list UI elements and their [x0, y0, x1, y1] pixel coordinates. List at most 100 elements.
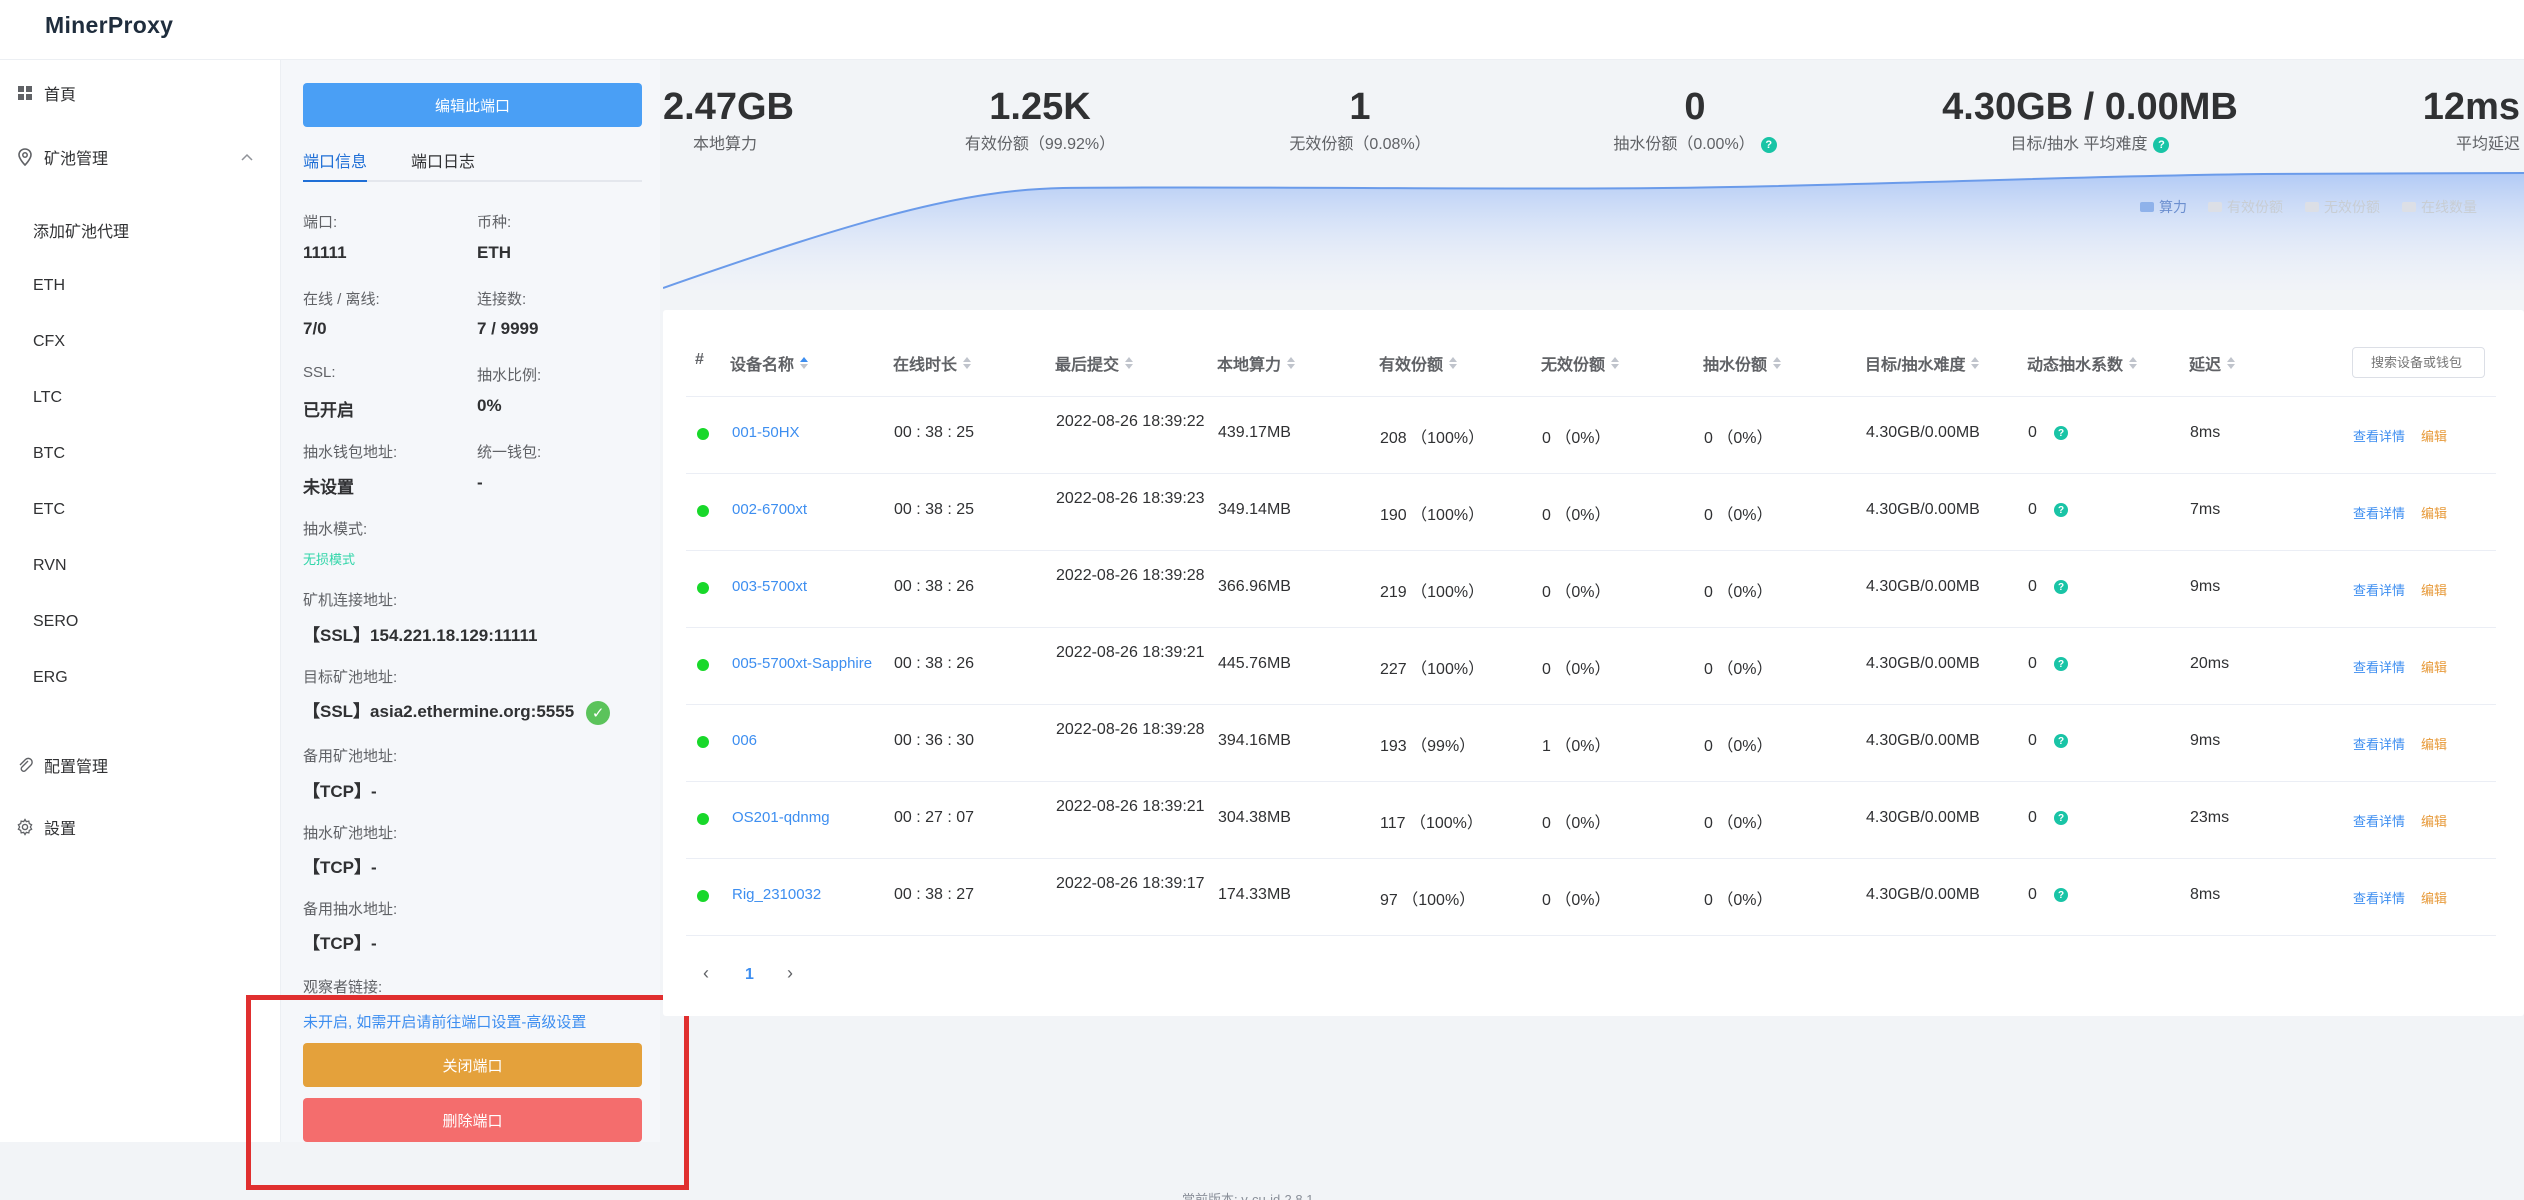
help-icon[interactable]: ? — [2054, 811, 2068, 825]
column-header-hashrate[interactable]: 本地算力 — [1217, 351, 1296, 375]
unified-wallet-value: - — [477, 473, 483, 492]
cell-device-name[interactable]: 001-50HX — [732, 424, 800, 441]
chart-area — [663, 173, 2524, 290]
cell-device-name[interactable]: 005-5700xt-Sapphire — [732, 655, 872, 672]
help-icon[interactable]: ? — [2054, 888, 2068, 902]
column-header-last-submit[interactable]: 最后提交 — [1055, 351, 1134, 375]
sidebar-subitem-5[interactable]: ETC — [0, 485, 281, 535]
connections-label: 连接数: — [477, 291, 527, 308]
sidebar-subitem-7[interactable]: SERO — [0, 597, 281, 647]
help-icon[interactable]: ? — [2054, 503, 2068, 517]
tab-port-log[interactable]: 端口日志 — [411, 148, 475, 180]
column-header-fee-shares[interactable]: 抽水份额 — [1703, 351, 1782, 375]
prev-page-button[interactable]: ‹ — [703, 963, 709, 984]
view-details-link[interactable]: 查看详情 — [2353, 811, 2405, 830]
sidebar-subitem-3[interactable]: LTC — [0, 373, 281, 423]
stat-value: 4.30GB / 0.00MB — [1942, 86, 2238, 128]
edit-device-link[interactable]: 编辑 — [2421, 503, 2447, 522]
port-tabs: 端口信息 端口日志 — [303, 148, 642, 182]
fee-mode-value: 无损模式 — [303, 552, 356, 567]
legend-invalid-shares[interactable]: 无效份额 — [2305, 197, 2380, 217]
help-icon[interactable]: ? — [2153, 136, 2170, 153]
cell-invalid-shares: 0 （0%） — [1542, 584, 1611, 601]
view-details-link[interactable]: 查看详情 — [2353, 580, 2405, 599]
next-page-button[interactable]: › — [787, 963, 793, 984]
help-icon[interactable]: ? — [2054, 426, 2068, 440]
edit-device-link[interactable]: 编辑 — [2421, 580, 2447, 599]
table-bottom-border — [686, 935, 2496, 936]
stat-label: 平均延迟 — [2455, 136, 2520, 153]
backup-pool-value: 【TCP】- — [303, 782, 377, 801]
cell-online-time: 00 : 38 : 25 — [894, 424, 975, 441]
help-icon[interactable]: ? — [1760, 136, 1777, 153]
legend-hashrate[interactable]: 算力 — [2140, 197, 2187, 217]
cell-difficulty: 4.30GB/0.00MB — [1866, 424, 1980, 441]
sidebar-item-config-mgmt[interactable]: 配置管理 — [0, 740, 281, 790]
help-icon[interactable]: ? — [2054, 657, 2068, 671]
tab-port-info[interactable]: 端口信息 — [303, 148, 368, 182]
stat-valid-shares: 1.25K 有效份额（99.92%） — [920, 84, 1160, 154]
miner-address-value: 【SSL】154.221.18.129:11111 — [303, 626, 538, 645]
cell-difficulty: 4.30GB/0.00MB — [1866, 809, 1980, 826]
device-search-input[interactable] — [2352, 347, 2485, 378]
sidebar-subitem-1[interactable]: ETH — [0, 261, 281, 311]
edit-device-link[interactable]: 编辑 — [2421, 734, 2447, 753]
legend-swatch — [2140, 202, 2154, 212]
online-status-dot — [697, 505, 709, 517]
edit-device-link[interactable]: 编辑 — [2421, 657, 2447, 676]
cell-hashrate: 304.38MB — [1218, 809, 1291, 826]
edit-device-link[interactable]: 编辑 — [2421, 811, 2447, 830]
view-details-link[interactable]: 查看详情 — [2353, 426, 2405, 445]
edit-device-link[interactable]: 编辑 — [2421, 888, 2447, 907]
legend-online-count[interactable]: 在线数量 — [2402, 197, 2477, 217]
view-details-link[interactable]: 查看详情 — [2353, 734, 2405, 753]
view-details-link[interactable]: 查看详情 — [2353, 503, 2405, 522]
page-number-1[interactable]: 1 — [745, 966, 754, 984]
column-header-device-name[interactable]: 设备名称 — [730, 351, 809, 375]
cell-difficulty: 4.30GB/0.00MB — [1866, 732, 1980, 749]
column-header-online-time[interactable]: 在线时长 — [893, 351, 972, 375]
legend-label: 有效份额 — [2227, 199, 2283, 215]
cell-latency: 8ms — [2190, 886, 2221, 903]
sort-icon — [2227, 357, 2236, 369]
target-pool-value: 【SSL】asia2.ethermine.org:5555 — [303, 702, 575, 721]
column-header-valid-shares[interactable]: 有效份额 — [1379, 351, 1458, 375]
view-details-link[interactable]: 查看详情 — [2353, 657, 2405, 676]
legend-valid-shares[interactable]: 有效份额 — [2208, 197, 2283, 217]
view-details-link[interactable]: 查看详情 — [2353, 888, 2405, 907]
unified-wallet-label: 统一钱包: — [477, 444, 542, 461]
sidebar-item-pool-mgmt[interactable]: 矿池管理 — [0, 132, 281, 182]
cell-device-name[interactable]: 002-6700xt — [732, 501, 807, 518]
sidebar-item-settings[interactable]: 設置 — [0, 802, 281, 852]
cell-device-name[interactable]: Rig_2310032 — [732, 886, 821, 903]
column-header-dynamic-coef[interactable]: 动态抽水系数 — [2027, 351, 2138, 375]
help-icon[interactable]: ? — [2054, 734, 2068, 748]
column-header-invalid-shares[interactable]: 无效份额 — [1541, 351, 1620, 375]
sidebar-item-home[interactable]: 首頁 — [0, 68, 281, 118]
grid-icon — [16, 84, 34, 102]
edit-device-link[interactable]: 编辑 — [2421, 426, 2447, 445]
cell-device-name[interactable]: OS201-qdnmg — [732, 809, 830, 826]
fee-wallet-label: 抽水钱包地址: — [303, 444, 398, 461]
cell-device-name[interactable]: 003-5700xt — [732, 578, 807, 595]
column-header-difficulty[interactable]: 目标/抽水难度 — [1865, 351, 1980, 375]
cell-valid-shares: 117 （100%） — [1380, 815, 1483, 832]
column-header-latency[interactable]: 延迟 — [2189, 351, 2236, 375]
app-logo[interactable]: MinerProxy — [45, 12, 173, 39]
cell-device-name[interactable]: 006 — [732, 732, 757, 749]
edit-port-button[interactable]: 编辑此端口 — [303, 83, 642, 127]
sidebar-subitem-2[interactable]: CFX — [0, 317, 281, 367]
cell-latency: 9ms — [2190, 578, 2221, 595]
sidebar-subitem-8[interactable]: ERG — [0, 653, 281, 703]
sort-icon — [1971, 357, 1980, 369]
sidebar-item-label: 設置 — [44, 821, 77, 838]
cell-online-time: 00 : 36 : 30 — [894, 732, 975, 749]
sidebar-subitem-4[interactable]: BTC — [0, 429, 281, 479]
sidebar-subitem-6[interactable]: RVN — [0, 541, 281, 591]
sidebar-subitem-0[interactable]: 添加矿池代理 — [0, 205, 281, 255]
miner-address-label: 矿机连接地址: — [303, 592, 398, 609]
stat-value: 12ms — [2422, 86, 2520, 128]
online-offline-value: 7/0 — [303, 319, 327, 338]
help-icon[interactable]: ? — [2054, 580, 2068, 594]
hashrate-trend-chart — [663, 172, 2524, 290]
